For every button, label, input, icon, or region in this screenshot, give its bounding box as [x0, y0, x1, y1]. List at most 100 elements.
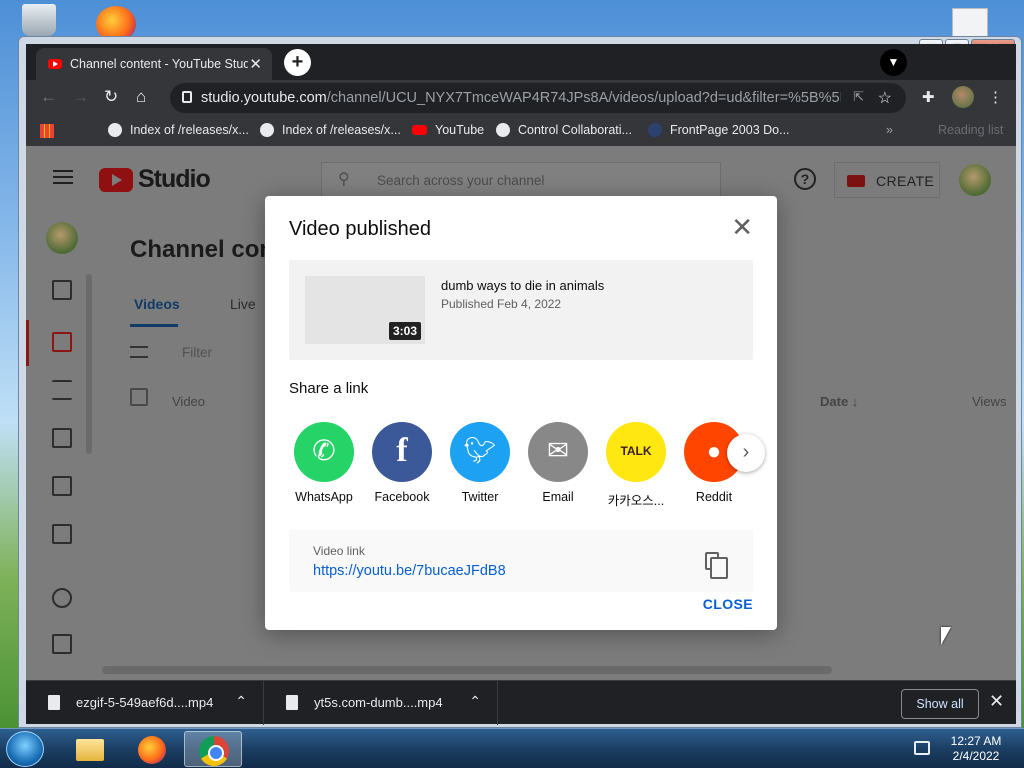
share-page-icon[interactable]: ⇱: [853, 89, 864, 105]
video-thumbnail[interactable]: 3:03: [305, 276, 425, 344]
file-icon: [48, 695, 60, 710]
lock-icon: [182, 91, 192, 103]
profile-avatar-icon[interactable]: [952, 86, 974, 108]
taskbar-explorer[interactable]: [60, 731, 118, 767]
url-host: studio.youtube.com: [201, 90, 327, 106]
more-bookmarks-icon[interactable]: »: [886, 123, 893, 137]
kakao-talk-icon: TALK: [606, 422, 666, 482]
horizontal-scrollbar[interactable]: [102, 666, 832, 674]
share-twitter[interactable]: 🐦︎ Twitter: [445, 422, 515, 504]
share-kakaostory[interactable]: TALK 카카오스...: [601, 422, 671, 509]
new-tab-button[interactable]: +: [284, 49, 311, 76]
close-button[interactable]: CLOSE: [703, 596, 753, 612]
tab-close-icon[interactable]: ✕: [249, 55, 262, 73]
create-button[interactable]: CREATE: [834, 162, 940, 198]
share-email[interactable]: ✉ Email: [523, 422, 593, 504]
tab-underline: [130, 324, 178, 327]
select-all-checkbox[interactable]: [130, 388, 148, 406]
filter-icon[interactable]: [130, 346, 148, 358]
column-date[interactable]: Date ↓: [820, 394, 858, 409]
share-facebook[interactable]: f Facebook: [367, 422, 437, 504]
comments-icon[interactable]: [52, 476, 72, 496]
nav-scrollbar[interactable]: [86, 274, 92, 454]
playlists-icon[interactable]: [52, 380, 72, 400]
downloads-bar: ezgif-5-549aef6d....mp4 ⌃ yt5s.com-dumb.…: [26, 680, 1016, 725]
create-label: CREATE: [876, 173, 935, 189]
tab-videos[interactable]: Videos: [134, 296, 180, 312]
tab-title: Channel content - YouTube Studio: [70, 57, 248, 71]
bookmark-label: Control Collaborati...: [518, 123, 632, 137]
frontpage-icon: [648, 123, 662, 137]
forward-arrow-icon[interactable]: →: [72, 87, 89, 107]
show-all-button[interactable]: Show all: [901, 689, 979, 719]
youtube-logo-icon[interactable]: [99, 168, 133, 192]
chevron-up-icon[interactable]: ⌃: [235, 693, 247, 710]
bookmark-item[interactable]: Index of /releases/x...: [108, 123, 249, 137]
bookmark-item[interactable]: Index of /releases/x...: [260, 123, 401, 137]
bookmark-item[interactable]: Control Collaborati...: [496, 123, 632, 137]
taskbar-firefox[interactable]: [122, 731, 180, 767]
reload-icon[interactable]: ↻: [104, 87, 118, 107]
content-icon[interactable]: [52, 332, 72, 352]
share-target-name: WhatsApp: [295, 490, 353, 504]
tab-search-chevron-icon[interactable]: ▼: [880, 49, 907, 76]
reading-list-button[interactable]: Reading list: [938, 123, 1003, 137]
download-filename: yt5s.com-dumb....mp4: [314, 695, 443, 710]
address-url[interactable]: studio.youtube.com/channel/UCU_NYX7TmceW…: [201, 90, 841, 106]
bookmark-label: Index of /releases/x...: [282, 123, 401, 137]
share-whatsapp[interactable]: ✆ WhatsApp: [289, 422, 359, 504]
chrome-icon: [199, 736, 229, 766]
bookmark-item[interactable]: FrontPage 2003 Do...: [648, 123, 790, 137]
back-arrow-icon[interactable]: ←: [40, 87, 57, 107]
channel-avatar[interactable]: [46, 222, 78, 254]
extensions-puzzle-icon[interactable]: ✚: [922, 88, 935, 106]
start-button[interactable]: [6, 731, 44, 767]
feedback-icon[interactable]: [52, 634, 72, 654]
download-item[interactable]: ezgif-5-549aef6d....mp4 ⌃: [26, 681, 264, 725]
facebook-icon: f: [372, 422, 432, 482]
chevron-up-icon[interactable]: ⌃: [469, 693, 481, 710]
video-link-url[interactable]: https://youtu.be/7bucaeJFdB8: [313, 563, 506, 579]
download-item[interactable]: yt5s.com-dumb....mp4 ⌃: [264, 681, 498, 725]
network-icon[interactable]: [914, 741, 930, 755]
taskbar: 12:27 AM 2/4/2022: [0, 728, 1024, 768]
system-clock[interactable]: 12:27 AM 2/4/2022: [936, 734, 1016, 764]
browser-toolbar: ← → ↻ ⌂ studio.youtube.com/channel/UCU_N…: [26, 80, 1016, 116]
close-downloads-icon[interactable]: ✕: [989, 691, 1004, 712]
account-avatar[interactable]: [959, 164, 991, 196]
share-target-name: 카카오스...: [607, 494, 665, 508]
apps-grid-icon[interactable]: [40, 124, 54, 138]
analytics-icon[interactable]: [52, 428, 72, 448]
share-target-name: Facebook: [374, 490, 430, 504]
share-target-name: Twitter: [461, 490, 499, 504]
bookmark-item[interactable]: YouTube: [412, 123, 484, 137]
tab-channel-content[interactable]: Channel content - YouTube Studio ✕: [36, 48, 272, 80]
taskbar-chrome[interactable]: [184, 731, 242, 767]
share-next-chevron-icon[interactable]: ›: [727, 434, 765, 472]
file-icon: [286, 695, 298, 710]
column-video: Video: [172, 394, 206, 409]
chrome-menu-icon[interactable]: ⋮: [988, 88, 1003, 106]
settings-gear-icon[interactable]: [52, 588, 72, 608]
folder-icon: [76, 739, 104, 761]
address-bar[interactable]: studio.youtube.com/channel/UCU_NYX7TmceW…: [170, 83, 906, 113]
close-icon[interactable]: ✕: [731, 214, 753, 240]
home-icon[interactable]: ⌂: [136, 87, 146, 107]
filter-input[interactable]: Filter: [182, 345, 212, 360]
bookmarks-bar: Index of /releases/x... Index of /releas…: [26, 116, 1016, 146]
share-label: Share a link: [289, 380, 369, 397]
globe-icon: [260, 123, 274, 137]
video-published-date: Published Feb 4, 2022: [441, 297, 562, 311]
recycle-bin-icon[interactable]: [22, 4, 56, 36]
subtitles-icon[interactable]: [52, 524, 72, 544]
help-icon[interactable]: ?: [794, 168, 816, 190]
hamburger-menu-icon[interactable]: [53, 170, 73, 184]
tab-live[interactable]: Live: [230, 296, 256, 312]
channel-search-input[interactable]: ⚲ Search across your channel: [321, 162, 721, 198]
studio-logo-text[interactable]: Studio: [138, 165, 211, 194]
column-views: Views: [972, 394, 1007, 409]
bookmark-star-icon[interactable]: ☆: [878, 88, 892, 108]
dashboard-icon[interactable]: [52, 280, 72, 300]
copy-icon[interactable]: [705, 552, 728, 579]
video-title[interactable]: dumb ways to die in animals: [441, 278, 604, 293]
